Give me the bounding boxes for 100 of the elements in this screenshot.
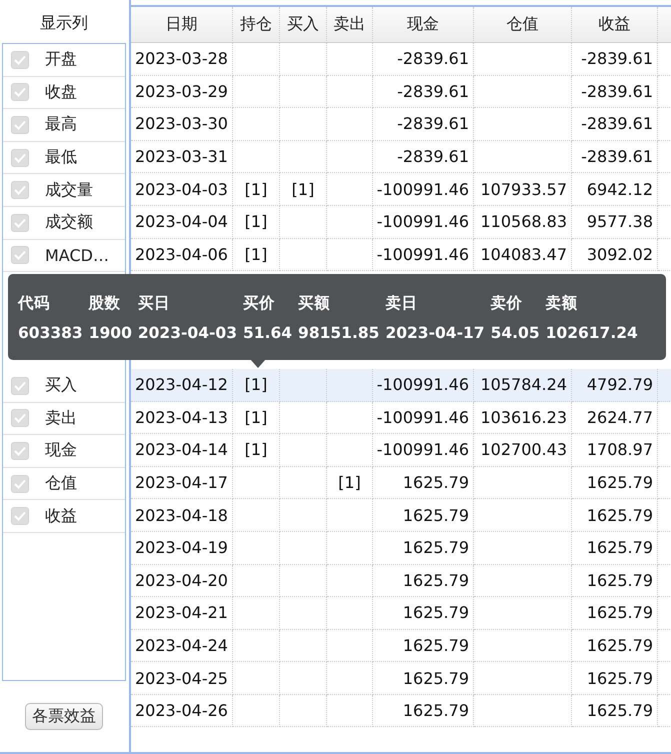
checkbox-label: 最高 [45,114,77,136]
check-icon [14,218,26,228]
check-icon [14,54,26,65]
checkbox-label: 最低 [45,147,77,168]
table-cell [280,76,327,108]
table-cell: 2023-04-13 [131,402,233,434]
table-cell [233,694,280,728]
column-header[interactable]: 仓值 [474,7,572,43]
check-icon [14,87,26,98]
table-cell: 1625.79 [373,532,474,565]
table-cell: 1625.79 [572,499,658,532]
table-cell: 9577.38 [572,206,658,239]
table-cell [280,238,327,272]
table-cell: 1708.97 [572,434,658,467]
table-cell [233,630,280,662]
column-header[interactable]: 日期 [131,7,233,43]
checkbox-label: 买入 [45,375,77,396]
table-cell [327,402,373,434]
table-cell: 2023-04-18 [131,499,233,532]
table-cell [280,434,327,467]
tooltip-header: 卖日 [385,292,418,314]
table-cell [233,662,280,695]
tooltip-value: 51.64 [243,324,292,342]
panel-title: 显示列 [39,12,89,34]
table-cell: -100991.46 [373,434,474,467]
table-cell: -2839.61 [373,43,474,76]
table-cell: 4792.79 [572,368,658,402]
check-icon [14,478,26,489]
tooltip-header: 卖额 [546,292,579,314]
table-cell: 2023-03-29 [131,76,233,108]
table-cell: 2023-04-17 [131,466,233,500]
column-header[interactable]: 买入 [280,7,327,43]
table-cell: [1] [233,368,280,402]
checkbox-label: 卖出 [45,408,77,429]
stock-profit-button[interactable]: 各票效益 [25,703,103,730]
column-header[interactable]: 持仓 [233,7,280,43]
table-cell: 1625.79 [373,662,474,695]
column-header[interactable]: 现金 [373,7,474,43]
check-icon [14,250,26,260]
column-header[interactable]: 卖出 [327,7,373,43]
tooltip-value: 102617.24 [546,324,638,342]
table-cell [280,206,327,239]
table-cell [280,108,327,141]
table-cell [327,499,373,532]
table-cell: 103616.23 [474,402,572,434]
tooltip-value: 603383 [18,324,83,342]
check-icon [14,380,26,391]
check-icon [14,185,26,196]
table-cell: 2023-04-06 [131,238,233,272]
table-cell [233,532,280,565]
table-cell [327,532,373,565]
table-cell: 2023-04-20 [131,564,233,598]
table-cell: 2023-04-14 [131,434,233,467]
table-cell [280,662,327,695]
table-cell: -100991.46 [373,238,474,272]
table-cell [233,499,280,532]
tooltip-value: 2023-04-17 [385,324,485,342]
checkbox-label: 成交额 [45,212,93,234]
table-cell [280,694,327,728]
table-cell: 2624.77 [572,402,658,434]
table-cell: -2839.61 [572,108,658,141]
table-cell [327,140,373,174]
check-icon [14,152,26,163]
table-cell [280,466,327,500]
table-cell [327,76,373,108]
table-cell [327,694,373,728]
table-cell: 1625.79 [572,597,658,630]
tooltip-value: 2023-04-03 [138,324,238,342]
table-cell: -2839.61 [373,76,474,108]
table-cell: 2023-04-26 [131,694,233,728]
table-cell [327,368,373,402]
table-cell: 105784.24 [474,368,572,402]
table-cell: -100991.46 [373,368,474,402]
tooltip-header: 卖价 [490,292,524,314]
table-cell [233,564,280,598]
table-cell: -2839.61 [572,140,658,174]
table-cell [327,43,373,76]
table-cell: 2023-04-25 [131,662,233,695]
check-icon [14,413,26,424]
table-cell: 2023-04-24 [131,630,233,662]
table-cell: 1625.79 [572,564,658,598]
table-cell: -100991.46 [373,402,474,434]
table-cell: 102700.43 [474,434,572,467]
tooltip-value: 54.05 [490,324,540,342]
table-cell: -2839.61 [572,43,658,76]
table-cell [280,564,327,598]
table-cell: [1] [233,434,280,467]
table-cell: 1625.79 [572,694,658,728]
table-cell [327,564,373,598]
table-cell [280,630,327,662]
table-cell [327,662,373,695]
table-cell [280,402,327,434]
checkbox-label: 现金 [45,440,77,462]
column-header[interactable]: 收益 [572,7,658,43]
checkbox-label: MACD… [45,246,109,265]
table-cell [327,597,373,630]
table-cell: 2023-04-21 [131,597,233,630]
table-cell [233,43,280,76]
table-cell: -100991.46 [373,173,474,206]
checkbox-label: 仓值 [45,473,77,494]
